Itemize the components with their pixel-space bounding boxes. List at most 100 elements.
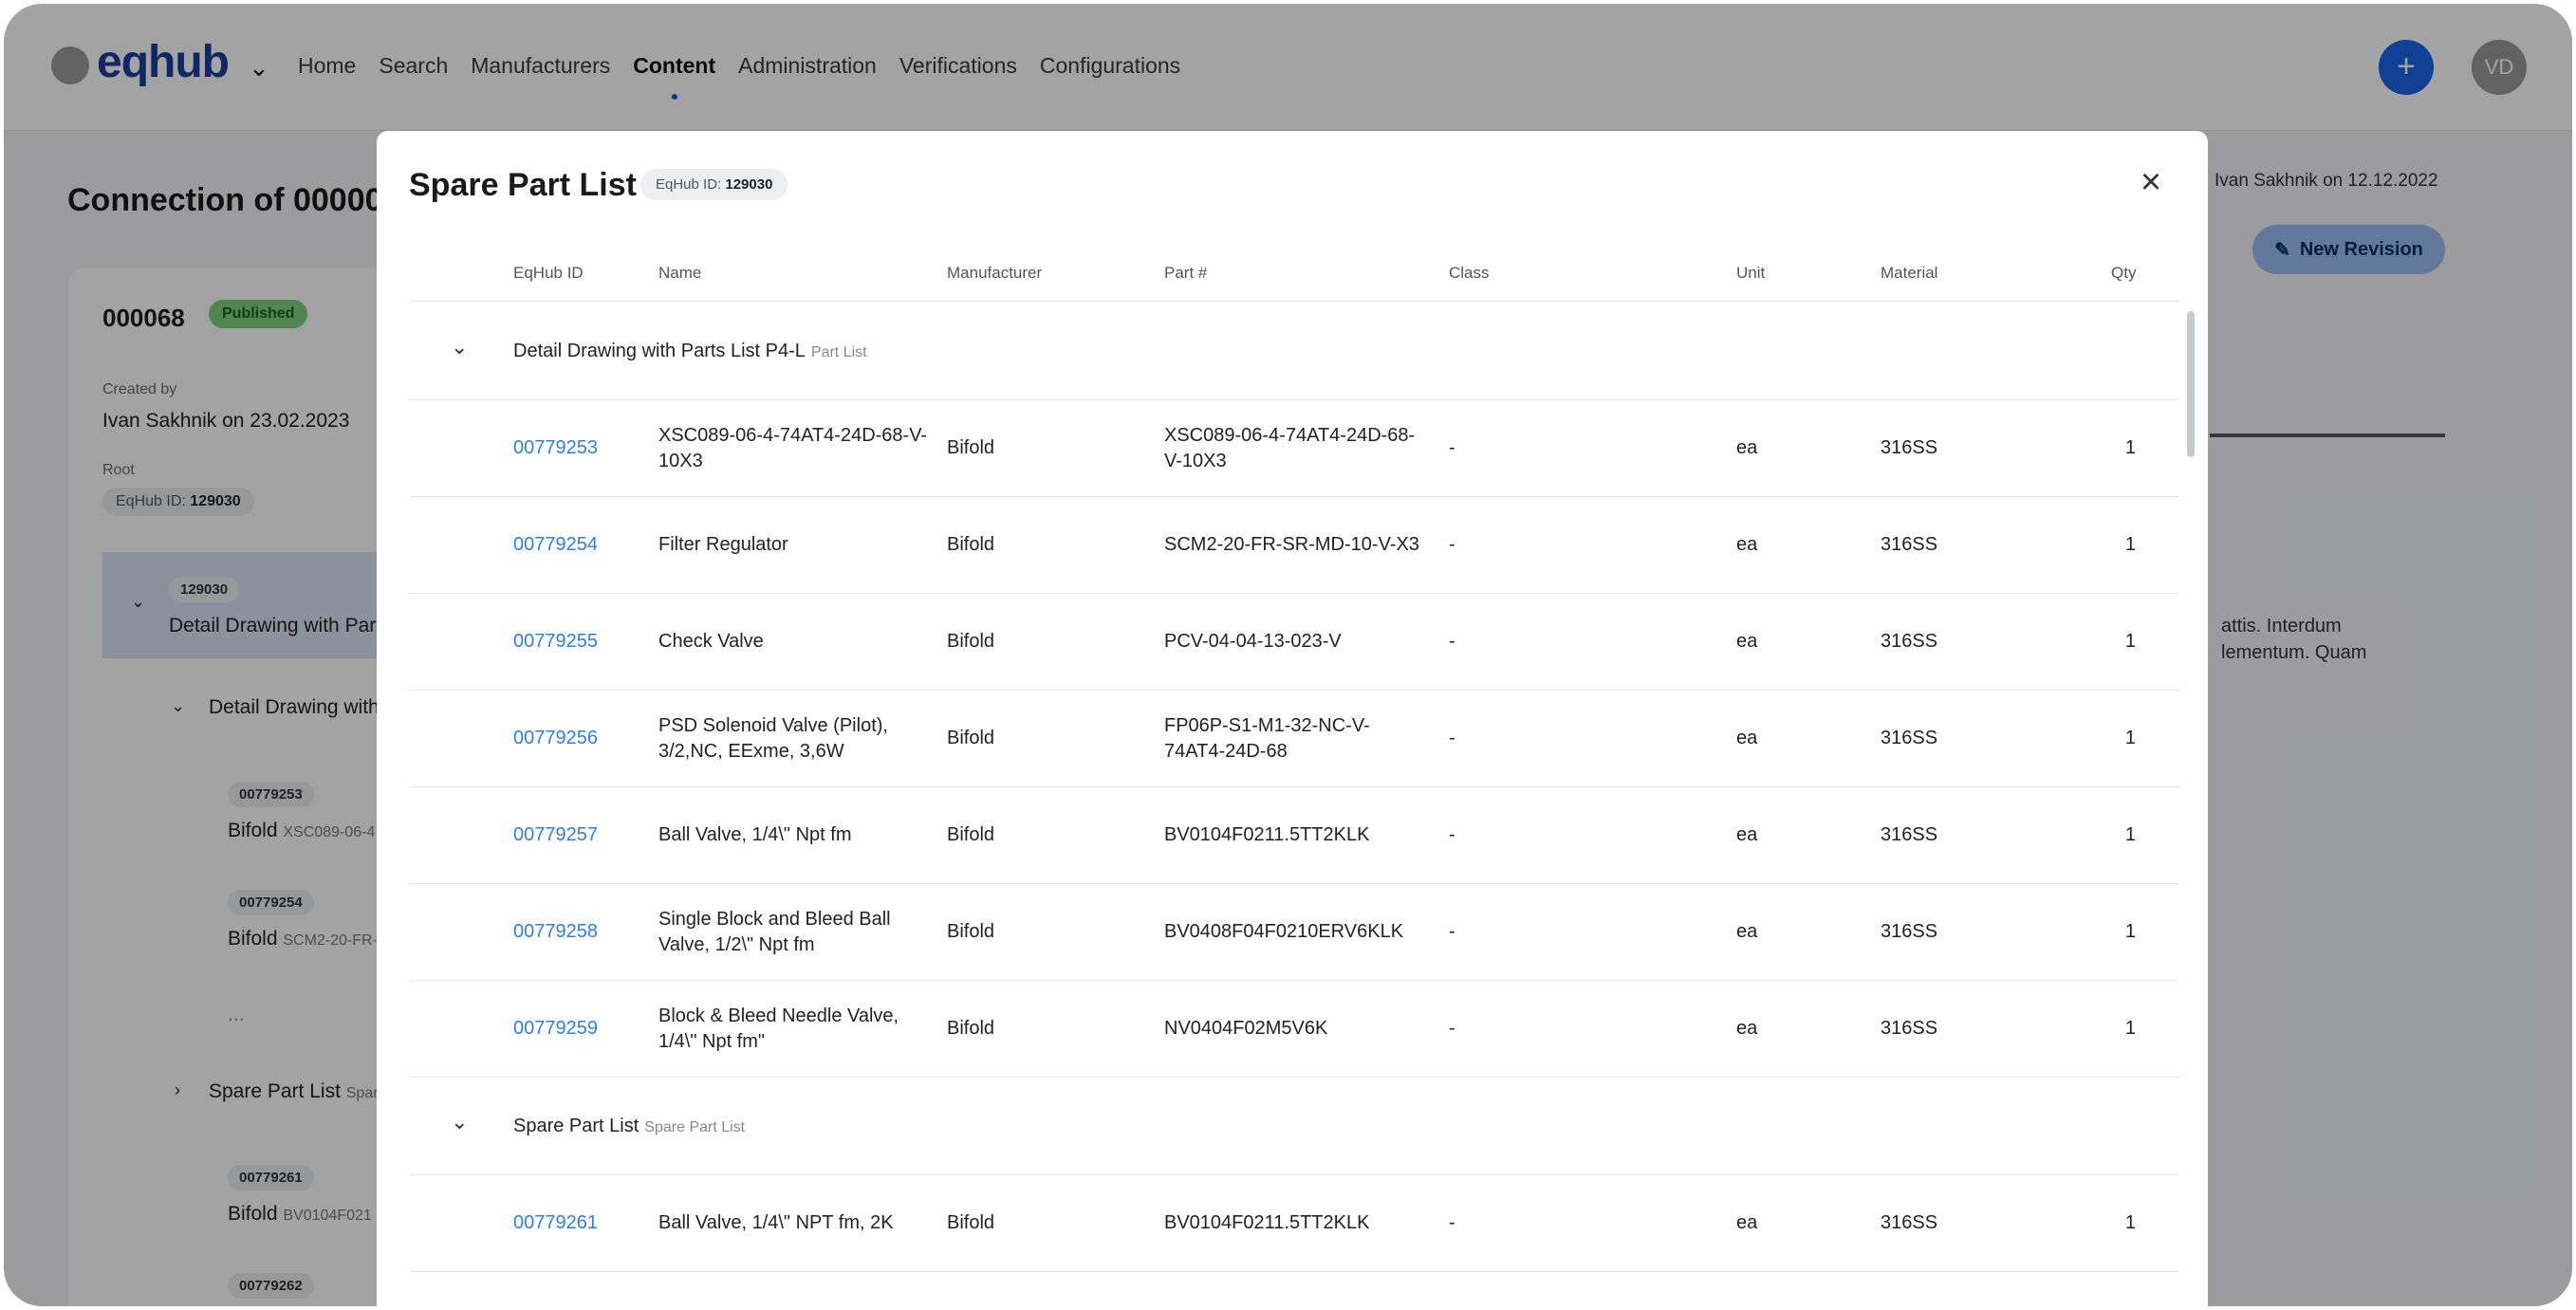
spare-part-list-modal: Spare Part List EqHub ID: 129030 × EqHub… xyxy=(377,131,2208,1306)
table-row[interactable]: 00779253 XSC089-06-4-74AT4-24D-68-V-10X3 B… xyxy=(409,400,2179,497)
eqhub-id-link[interactable]: 00779256 xyxy=(513,691,656,786)
part-number-cell: XSC090-06-5-74A-24D-68- xyxy=(1164,1272,1420,1306)
class-cell: - xyxy=(1449,728,1455,748)
material-cell: 316SS xyxy=(1881,728,1938,748)
manufacturer-cell: Bifold xyxy=(947,437,995,458)
part-number-cell: PCV-04-04-13-023-V xyxy=(1164,631,1342,652)
column-unit[interactable]: Unit xyxy=(1736,264,1765,283)
part-number-cell: SCM2-20-FR-SR-MD-10-V-X3 xyxy=(1164,534,1419,555)
group-label: Spare Part List Spare Part List xyxy=(513,1116,746,1136)
manufacturer-cell: Bifold xyxy=(947,1212,995,1233)
column-class[interactable]: Class xyxy=(1449,264,1490,283)
eqhub-id-link[interactable]: 00779254 xyxy=(513,497,656,593)
manufacturer-cell: Bifold xyxy=(947,631,995,652)
column-material[interactable]: Material xyxy=(1881,264,1937,283)
eqhub-id-link[interactable]: 00779255 xyxy=(513,594,656,690)
name-cell: Filter Regulator xyxy=(658,534,788,555)
chevron-down-icon[interactable]: ⌄ xyxy=(451,1110,468,1135)
material-cell: 316SS xyxy=(1881,437,1938,458)
table-row[interactable]: 00779261 Ball Valve, 1/4\" NPT fm, 2K Bifo… xyxy=(409,1175,2179,1272)
part-number-cell: BV0408F04F0210ERV6KLK xyxy=(1164,921,1404,942)
column-name[interactable]: Name xyxy=(658,264,701,283)
table-row[interactable]: 00779255 Check Valve Bifold PCV-04-04-13-02… xyxy=(409,594,2179,691)
name-cell: Single Block and Bleed Ball Valve, 1/2\"… xyxy=(658,908,891,955)
qty-cell: 1 xyxy=(2124,728,2136,748)
material-cell: 316SS xyxy=(1881,921,1938,942)
name-cell: XSC089-06-4-74AT4-24D-68-V-10X3 xyxy=(658,424,928,471)
name-cell: Check Valve xyxy=(658,631,764,652)
eqhub-id-link[interactable]: 00779259 xyxy=(513,981,656,1077)
manufacturer-cell xyxy=(947,1272,1137,1306)
table-row[interactable]: 00779257 Ball Valve, 1/4\" Npt fm Bifold BV… xyxy=(409,787,2179,884)
table-row[interactable]: 00779256 PSD Solenoid Valve (Pilot), 3/2,… xyxy=(409,691,2179,787)
column-eqhub-id[interactable]: EqHub ID xyxy=(513,264,584,283)
scrollbar[interactable] xyxy=(2187,311,2195,457)
material-cell: 316SS xyxy=(1881,631,1938,652)
class-cell: - xyxy=(1449,631,1455,652)
unit-cell: ea xyxy=(1736,1018,1758,1039)
material-cell xyxy=(1881,1272,1994,1306)
material-cell: 316SS xyxy=(1881,824,1938,845)
column-qty[interactable]: Qty xyxy=(2111,264,2136,283)
column-part[interactable]: Part # xyxy=(1164,264,1207,283)
manufacturer-cell: Bifold xyxy=(947,728,995,748)
class-cell: - xyxy=(1449,534,1455,555)
modal-title: Spare Part List xyxy=(409,167,637,203)
unit-cell: ea xyxy=(1736,728,1758,748)
unit-cell: ea xyxy=(1736,921,1758,942)
eqhub-id-link[interactable]: 00779257 xyxy=(513,787,656,883)
class-cell: - xyxy=(1449,921,1455,942)
part-number-cell: FP06P-S1-M1-32-NC-V-74AT4-24D-68 xyxy=(1164,714,1370,762)
chevron-down-icon[interactable]: ⌄ xyxy=(451,335,468,360)
table-row[interactable]: 00779258 Single Block and Bleed Ball Valv… xyxy=(409,884,2179,981)
unit-cell: ea xyxy=(1736,1212,1758,1233)
table-row[interactable]: 00779254 Filter Regulator Bifold SCM2-20-FR… xyxy=(409,497,2179,594)
qty-cell: 1 xyxy=(2124,1018,2136,1039)
part-number-cell: BV0104F0211.5TT2KLK xyxy=(1164,1212,1370,1233)
part-number-cell: BV0104F0211.5TT2KLK xyxy=(1164,824,1370,845)
qty-cell: 1 xyxy=(2124,534,2136,555)
qty-cell: 1 xyxy=(2124,824,2136,845)
column-manufacturer[interactable]: Manufacturer xyxy=(947,264,1042,283)
manufacturer-cell: Bifold xyxy=(947,1018,995,1039)
eqhub-id-link[interactable] xyxy=(513,1272,656,1306)
table-body: ⌄ Detail Drawing with Parts List P4-L Part… xyxy=(409,303,2179,1306)
material-cell: 316SS xyxy=(1881,1018,1938,1039)
unit-cell: ea xyxy=(1736,631,1758,652)
material-cell: 316SS xyxy=(1881,534,1938,555)
class-cell: - xyxy=(1449,1018,1455,1039)
unit-cell: ea xyxy=(1736,534,1758,555)
qty-cell: 1 xyxy=(2124,1212,2136,1233)
class-cell: - xyxy=(1449,437,1455,458)
name-cell: Ball Valve, 1/4\" Npt fm xyxy=(658,824,852,845)
part-number-cell: NV0404F02M5V6K xyxy=(1164,1018,1328,1039)
group-label: Detail Drawing with Parts List P4-L Part … xyxy=(513,341,867,361)
qty-cell: 1 xyxy=(2124,921,2136,942)
eqhub-id-chip: EqHub ID: 129030 xyxy=(640,169,788,200)
unit-cell: ea xyxy=(1736,437,1758,458)
table-group-row[interactable]: ⌄ Detail Drawing with Parts List P4-L Part… xyxy=(409,303,2179,400)
name-cell xyxy=(658,1272,934,1306)
name-cell: Ball Valve, 1/4\" NPT fm, 2K xyxy=(658,1212,894,1233)
class-cell: - xyxy=(1449,824,1455,845)
name-cell: PSD Solenoid Valve (Pilot), 3/2,NC, EExm… xyxy=(658,714,888,762)
table-row[interactable]: 00779259 Block & Bleed Needle Valve, 1/4\… xyxy=(409,981,2179,1078)
part-number-cell: XSC089-06-4-74AT4-24D-68-V-10X3 xyxy=(1164,424,1416,471)
close-icon[interactable]: × xyxy=(2132,163,2170,201)
manufacturer-cell: Bifold xyxy=(947,921,995,942)
eqhub-id-link[interactable]: 00779258 xyxy=(513,884,656,980)
unit-cell: ea xyxy=(1736,824,1758,845)
material-cell: 316SS xyxy=(1881,1212,1938,1233)
table-group-row[interactable]: ⌄ Spare Part List Spare Part List xyxy=(409,1078,2179,1175)
qty-cell xyxy=(2098,1272,2136,1306)
unit-cell xyxy=(1736,1272,1822,1306)
table-header: EqHub ID Name Manufacturer Part # Class … xyxy=(409,243,2179,302)
table-row[interactable]: XSC090-06-5-74A-24D-68- xyxy=(409,1272,2179,1306)
qty-cell: 1 xyxy=(2124,437,2136,458)
manufacturer-cell: Bifold xyxy=(947,534,995,555)
eqhub-id-link[interactable]: 00779261 xyxy=(513,1175,656,1271)
name-cell: Block & Bleed Needle Valve, 1/4\" Npt fm… xyxy=(658,1005,899,1052)
eqhub-id-link[interactable]: 00779253 xyxy=(513,400,656,496)
class-cell xyxy=(1449,1272,1544,1306)
app-window: eqhub ⌄ Home Search Manufacturers Conten… xyxy=(4,4,2572,1306)
